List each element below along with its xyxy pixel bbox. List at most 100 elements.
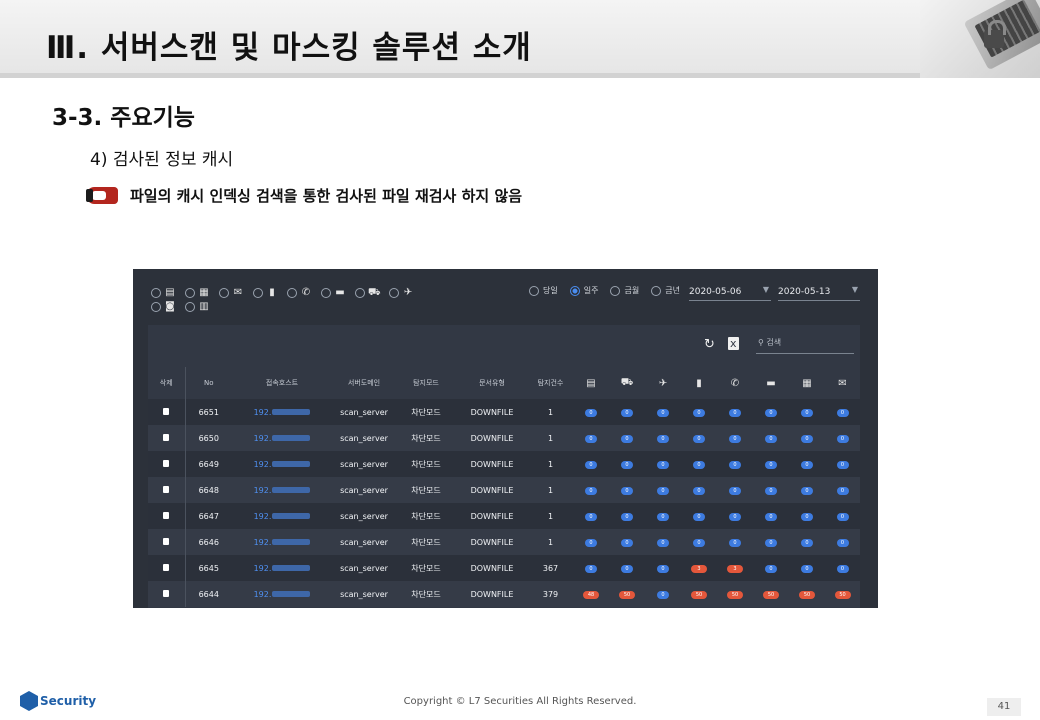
detection-count-badge[interactable]: 0 <box>765 565 777 573</box>
detection-count-badge[interactable]: 0 <box>801 461 813 469</box>
detection-count-badge[interactable]: 0 <box>729 539 741 547</box>
date-to-select[interactable]: 2020-05-13 ▼ <box>778 283 860 301</box>
detection-count-badge[interactable]: 0 <box>621 539 633 547</box>
detection-count-badge[interactable]: 0 <box>657 591 669 599</box>
flag-cell: 0 <box>717 477 753 503</box>
host-link[interactable]: 192. <box>232 581 332 607</box>
detection-count-badge[interactable]: 0 <box>693 435 705 443</box>
delete-checkbox[interactable] <box>163 485 170 493</box>
detection-count-badge[interactable]: 50 <box>619 591 635 599</box>
detection-count-badge[interactable]: 0 <box>729 461 741 469</box>
filter-radio[interactable] <box>185 288 195 298</box>
detection-count-badge[interactable]: 0 <box>657 513 669 521</box>
detection-count-badge[interactable]: 0 <box>585 435 597 443</box>
detection-count-badge[interactable]: 0 <box>836 513 849 521</box>
host-link[interactable]: 192. <box>232 425 332 451</box>
filter-radio[interactable] <box>321 288 331 298</box>
detection-count-badge[interactable]: 50 <box>834 591 851 599</box>
delete-checkbox[interactable] <box>163 563 170 571</box>
filter-radio[interactable] <box>287 288 297 298</box>
detection-count-badge[interactable]: 0 <box>621 487 633 495</box>
period-radio[interactable] <box>529 285 539 296</box>
detection-count-badge[interactable]: 0 <box>585 513 597 521</box>
detection-count-badge[interactable]: 0 <box>765 461 777 469</box>
detection-count-badge[interactable]: 0 <box>621 565 633 573</box>
detection-count-badge[interactable]: 0 <box>657 487 669 495</box>
detection-count-badge[interactable]: 50 <box>763 591 779 599</box>
filter-radio[interactable] <box>151 302 161 312</box>
detection-count-badge[interactable]: 0 <box>801 409 813 417</box>
detection-count-badge[interactable]: 0 <box>729 409 741 417</box>
detection-count-badge[interactable]: 0 <box>693 539 705 547</box>
host-link[interactable]: 192. <box>232 451 332 477</box>
detection-count-badge[interactable]: 0 <box>801 435 813 443</box>
detection-count-badge[interactable]: 3 <box>727 565 743 573</box>
detection-count-badge[interactable]: 0 <box>585 565 597 573</box>
detection-count-badge[interactable]: 0 <box>801 513 813 521</box>
detection-count-badge[interactable]: 0 <box>693 461 705 469</box>
detection-count-badge[interactable]: 0 <box>729 435 741 443</box>
detection-count-badge[interactable]: 0 <box>621 435 633 443</box>
detection-count-badge[interactable]: 0 <box>836 409 849 417</box>
period-radio[interactable] <box>610 285 621 296</box>
detection-count-badge[interactable]: 0 <box>621 513 633 521</box>
date-from-select[interactable]: 2020-05-06 ▼ <box>689 283 771 301</box>
filter-radio[interactable] <box>219 288 229 298</box>
detection-count-badge[interactable]: 0 <box>836 539 849 547</box>
detection-count-badge[interactable]: 0 <box>657 461 669 469</box>
detection-count-badge[interactable]: 0 <box>801 487 813 495</box>
filter-radio[interactable] <box>389 288 399 298</box>
detection-count-badge[interactable]: 0 <box>836 487 849 495</box>
detection-count-badge[interactable]: 0 <box>801 539 813 547</box>
detection-count-badge[interactable]: 0 <box>585 461 597 469</box>
detection-count-badge[interactable]: 0 <box>836 565 849 573</box>
detection-count-badge[interactable]: 0 <box>765 487 777 495</box>
detection-count-badge[interactable]: 0 <box>621 409 633 417</box>
delete-checkbox[interactable] <box>163 459 170 467</box>
filter-radio[interactable] <box>253 288 263 298</box>
detection-count-badge[interactable]: 0 <box>657 435 669 443</box>
detection-count-badge[interactable]: 0 <box>765 539 777 547</box>
delete-checkbox[interactable] <box>163 433 170 441</box>
detection-count-badge[interactable]: 0 <box>657 409 669 417</box>
search-input[interactable]: ⚲ 검색 <box>756 337 854 354</box>
excel-export-icon[interactable]: x <box>728 337 739 350</box>
delete-checkbox[interactable] <box>163 511 170 519</box>
detection-count-badge[interactable]: 50 <box>799 591 815 599</box>
detection-count-badge[interactable]: 0 <box>729 513 741 521</box>
filter-radio[interactable] <box>355 288 365 298</box>
detection-count-badge[interactable]: 0 <box>765 513 777 521</box>
delete-checkbox[interactable] <box>163 407 170 415</box>
period-radio[interactable] <box>651 285 662 296</box>
filter-radio[interactable] <box>151 288 161 298</box>
detection-count-badge[interactable]: 50 <box>691 591 707 599</box>
host-link[interactable]: 192. <box>232 555 332 581</box>
filter-radio[interactable] <box>185 302 195 312</box>
detection-count-badge[interactable]: 0 <box>657 539 669 547</box>
detection-count-badge[interactable]: 0 <box>836 435 849 443</box>
detection-count-badge[interactable]: 0 <box>693 513 705 521</box>
detection-count-badge[interactable]: 0 <box>585 487 597 495</box>
detection-count-badge[interactable]: 50 <box>727 591 743 599</box>
detection-count-badge[interactable]: 0 <box>585 539 597 547</box>
host-link[interactable]: 192. <box>232 477 332 503</box>
detection-count-badge[interactable]: 0 <box>729 487 741 495</box>
detection-count-badge[interactable]: 0 <box>836 461 849 469</box>
delete-checkbox[interactable] <box>163 537 170 545</box>
detection-count-badge[interactable]: 0 <box>765 435 777 443</box>
period-radio[interactable] <box>569 285 580 296</box>
detection-count-badge[interactable]: 0 <box>693 409 705 417</box>
detection-count-badge[interactable]: 3 <box>691 565 707 573</box>
detection-count-badge[interactable]: 0 <box>621 461 633 469</box>
host-link[interactable]: 192. <box>232 529 332 555</box>
host-link[interactable]: 192. <box>232 399 332 425</box>
detection-count-badge[interactable]: 0 <box>585 409 597 417</box>
detection-count-badge[interactable]: 48 <box>583 591 599 599</box>
detection-count-badge[interactable]: 0 <box>693 487 705 495</box>
detection-count-badge[interactable]: 0 <box>801 565 813 573</box>
refresh-icon[interactable]: ↻ <box>704 337 715 352</box>
detection-count-badge[interactable]: 0 <box>765 409 777 417</box>
detection-count-badge[interactable]: 0 <box>657 565 669 573</box>
host-link[interactable]: 192. <box>232 503 332 529</box>
delete-checkbox[interactable] <box>163 589 170 597</box>
